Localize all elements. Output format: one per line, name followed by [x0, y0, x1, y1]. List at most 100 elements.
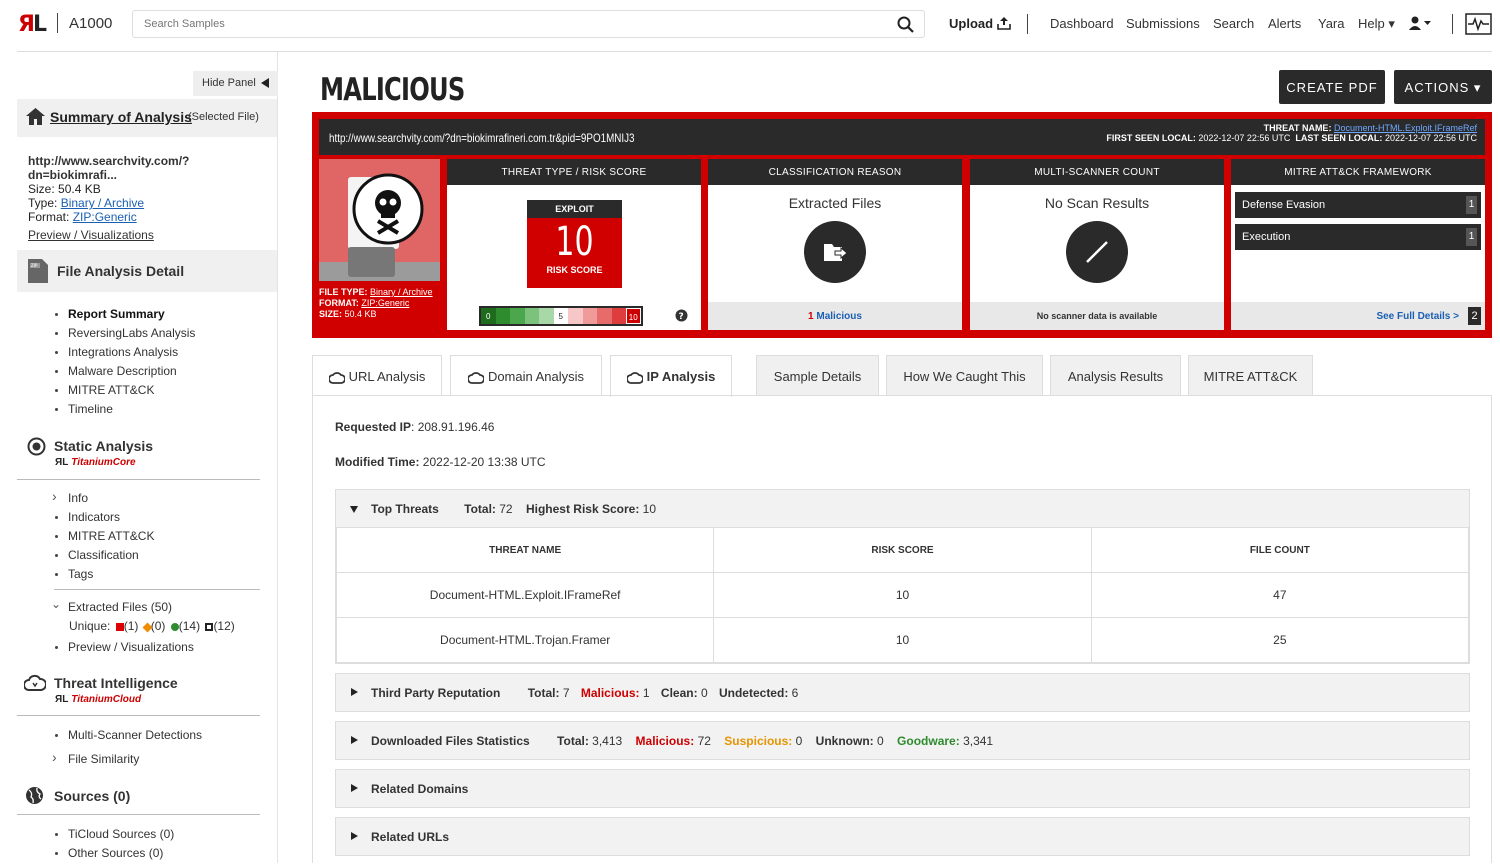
user-menu[interactable]: [1409, 16, 1433, 33]
threat-name-cell: Document-HTML.Exploit.IFrameRef: [335, 572, 715, 618]
summary-subtitle: (Selected File): [188, 111, 259, 123]
nav-submissions[interactable]: Submissions: [1126, 16, 1200, 31]
top-threats-header[interactable]: Top Threats Total: 72 Highest Risk Score…: [336, 490, 1469, 527]
tab-how-we-caught-this[interactable]: How We Caught This: [886, 355, 1043, 396]
third-party-header[interactable]: Third Party Reputation Total: 7 Maliciou…: [336, 674, 1469, 711]
nav-help[interactable]: Help ▾: [1358, 16, 1395, 32]
nav-integrations-analysis[interactable]: Integrations Analysis: [54, 345, 195, 364]
nav-mitre-attack[interactable]: MITRE ATT&CK: [54, 383, 195, 402]
divider: [17, 479, 260, 480]
fad-list: Report Summary ReversingLabs Analysis In…: [54, 307, 195, 421]
nav-reversinglabs-analysis[interactable]: ReversingLabs Analysis: [54, 326, 195, 345]
file-type-link-red[interactable]: Binary / Archive: [370, 287, 433, 297]
search-icon[interactable]: [897, 16, 914, 33]
chevron-down-icon: ⌄: [51, 597, 62, 611]
tab-sample-details[interactable]: Sample Details: [756, 355, 879, 396]
nav-classification[interactable]: Classification: [54, 548, 154, 567]
activity-monitor[interactable]: [1465, 13, 1492, 38]
column-header[interactable]: THREAT NAME: [335, 527, 715, 573]
threat-type: EXPLOIT: [527, 200, 622, 218]
risk-scale: 0 5 10: [479, 306, 643, 326]
cloud-icon: [625, 372, 644, 384]
nav-info[interactable]: Info: [52, 488, 154, 510]
column-header[interactable]: FILE COUNT: [1090, 527, 1470, 573]
caret-right-icon: [351, 832, 358, 840]
tab-mitre-attack[interactable]: MITRE ATT&CK: [1188, 355, 1313, 396]
nav-static-mitre[interactable]: MITRE ATT&CK: [54, 529, 154, 548]
risk-score-value: 10: [555, 219, 594, 265]
multi-scanner-value: No Scan Results: [1044, 195, 1150, 211]
static-analysis-icon: [27, 437, 46, 456]
tab-ip-analysis[interactable]: IP Analysis: [610, 355, 732, 397]
nav-dashboard[interactable]: Dashboard: [1050, 16, 1114, 31]
file-type-link[interactable]: Binary / Archive: [61, 196, 144, 210]
summary-of-analysis-link[interactable]: Summary of Analysis: [50, 109, 192, 125]
sidebar: Hide Panel Summary of Analysis (Selected…: [17, 52, 278, 863]
threat-name-link[interactable]: Document-HTML.Exploit.IFrameRef: [1334, 123, 1477, 133]
cloud-icon: [467, 372, 485, 384]
malicious-link[interactable]: Malicious: [816, 311, 862, 322]
summary-header: Summary of Analysis (Selected File): [17, 99, 277, 137]
nav-multi-scanner[interactable]: Multi-Scanner Detections: [54, 728, 202, 747]
hide-panel-button[interactable]: Hide Panel: [193, 71, 278, 96]
top-bar: ЯL A1000 Upload Dashboard Submissions Se…: [0, 0, 1500, 50]
classification-panel: CLASSIFICATION REASON Extracted Files 1 …: [708, 159, 962, 330]
nav-other-sources[interactable]: Other Sources (0): [54, 846, 174, 865]
ti-list-2: File Similarity: [52, 749, 139, 771]
nav-yara[interactable]: Yara: [1318, 16, 1345, 31]
nav-malware-description[interactable]: Malware Description: [54, 364, 195, 383]
no-results-icon: [1066, 221, 1128, 283]
see-full-details-link[interactable]: See Full Details >: [1376, 311, 1459, 322]
nav-timeline[interactable]: Timeline: [54, 402, 195, 421]
cloud-icon: [24, 674, 46, 691]
pulse-icon: [1465, 13, 1492, 35]
tab-domain-analysis[interactable]: Domain Analysis: [450, 355, 602, 396]
nav-extracted-files[interactable]: ⌄ Extracted Files (50): [51, 597, 172, 619]
actions-button[interactable]: ACTIONS ▾: [1394, 70, 1492, 104]
column-header[interactable]: RISK SCORE: [713, 527, 1092, 573]
tab-url-analysis[interactable]: URL Analysis: [312, 355, 442, 396]
downloaded-files-header[interactable]: Downloaded Files Statistics Total: 3,413…: [336, 722, 1469, 759]
nav-tags[interactable]: Tags: [54, 567, 154, 586]
mitre-row-execution[interactable]: Execution 1: [1235, 224, 1481, 250]
related-domains-header[interactable]: Related Domains: [336, 770, 1469, 807]
file-type-card: [319, 159, 440, 281]
upload-button[interactable]: Upload: [949, 16, 1011, 31]
format-link-red[interactable]: ZIP:Generic: [361, 298, 409, 308]
nav-indicators[interactable]: Indicators: [54, 510, 154, 529]
nav-preview-visualizations[interactable]: Preview / Visualizations: [55, 640, 194, 659]
malicious-square-icon: [115, 623, 124, 631]
threat-name-cell: Document-HTML.Trojan.Framer: [335, 617, 715, 663]
create-pdf-button[interactable]: CREATE PDF: [1279, 70, 1385, 104]
nav-divider-2: [1452, 14, 1453, 34]
file-analysis-detail-title: File Analysis Detail: [57, 263, 185, 279]
file-format: Format: ZIP:Generic: [28, 210, 137, 224]
logo-divider: [57, 13, 58, 33]
tab-analysis-results[interactable]: Analysis Results: [1050, 355, 1181, 396]
panel-header: MULTI-SCANNER COUNT: [970, 159, 1224, 185]
mitre-panel: MITRE ATT&CK FRAMEWORK Defense Evasion 1 …: [1231, 159, 1485, 330]
table-row: Document-HTML.Exploit.IFrameRef 10 47: [335, 572, 1470, 618]
file-format-link[interactable]: ZIP:Generic: [73, 210, 137, 224]
scale-label-min: 0: [481, 308, 496, 324]
app-logo[interactable]: ЯL: [18, 12, 47, 37]
search-input[interactable]: [133, 11, 873, 37]
collapse-left-icon: [261, 78, 269, 88]
nav-search[interactable]: Search: [1213, 16, 1254, 31]
panel-header: THREAT TYPE / RISK SCORE: [447, 159, 701, 185]
divider: [54, 589, 260, 590]
file-name: http://www.searchvity.com/?dn=biokimrafi…: [28, 154, 190, 182]
nav-file-similarity[interactable]: File Similarity: [52, 749, 139, 771]
ti-list: Multi-Scanner Detections: [54, 728, 202, 747]
preview-link[interactable]: Preview / Visualizations: [28, 228, 154, 242]
nav-alerts[interactable]: Alerts: [1268, 16, 1301, 31]
nav-report-summary[interactable]: Report Summary: [54, 307, 195, 326]
mitre-row-defense-evasion[interactable]: Defense Evasion 1: [1235, 192, 1481, 218]
titaniumcloud-label: ЯL TitaniumCloud: [55, 694, 142, 705]
static-analysis-title: Static Analysis: [54, 438, 154, 454]
threat-summary-box: http://www.searchvity.com/?dn=biokimrafi…: [312, 112, 1492, 338]
nav-ticloud-sources[interactable]: TiCloud Sources (0): [54, 827, 174, 846]
file-analysis-detail-header: ZIP File Analysis Detail: [17, 250, 277, 292]
related-urls-header[interactable]: Related URLs: [336, 818, 1469, 855]
help-icon[interactable]: ?: [675, 309, 688, 322]
